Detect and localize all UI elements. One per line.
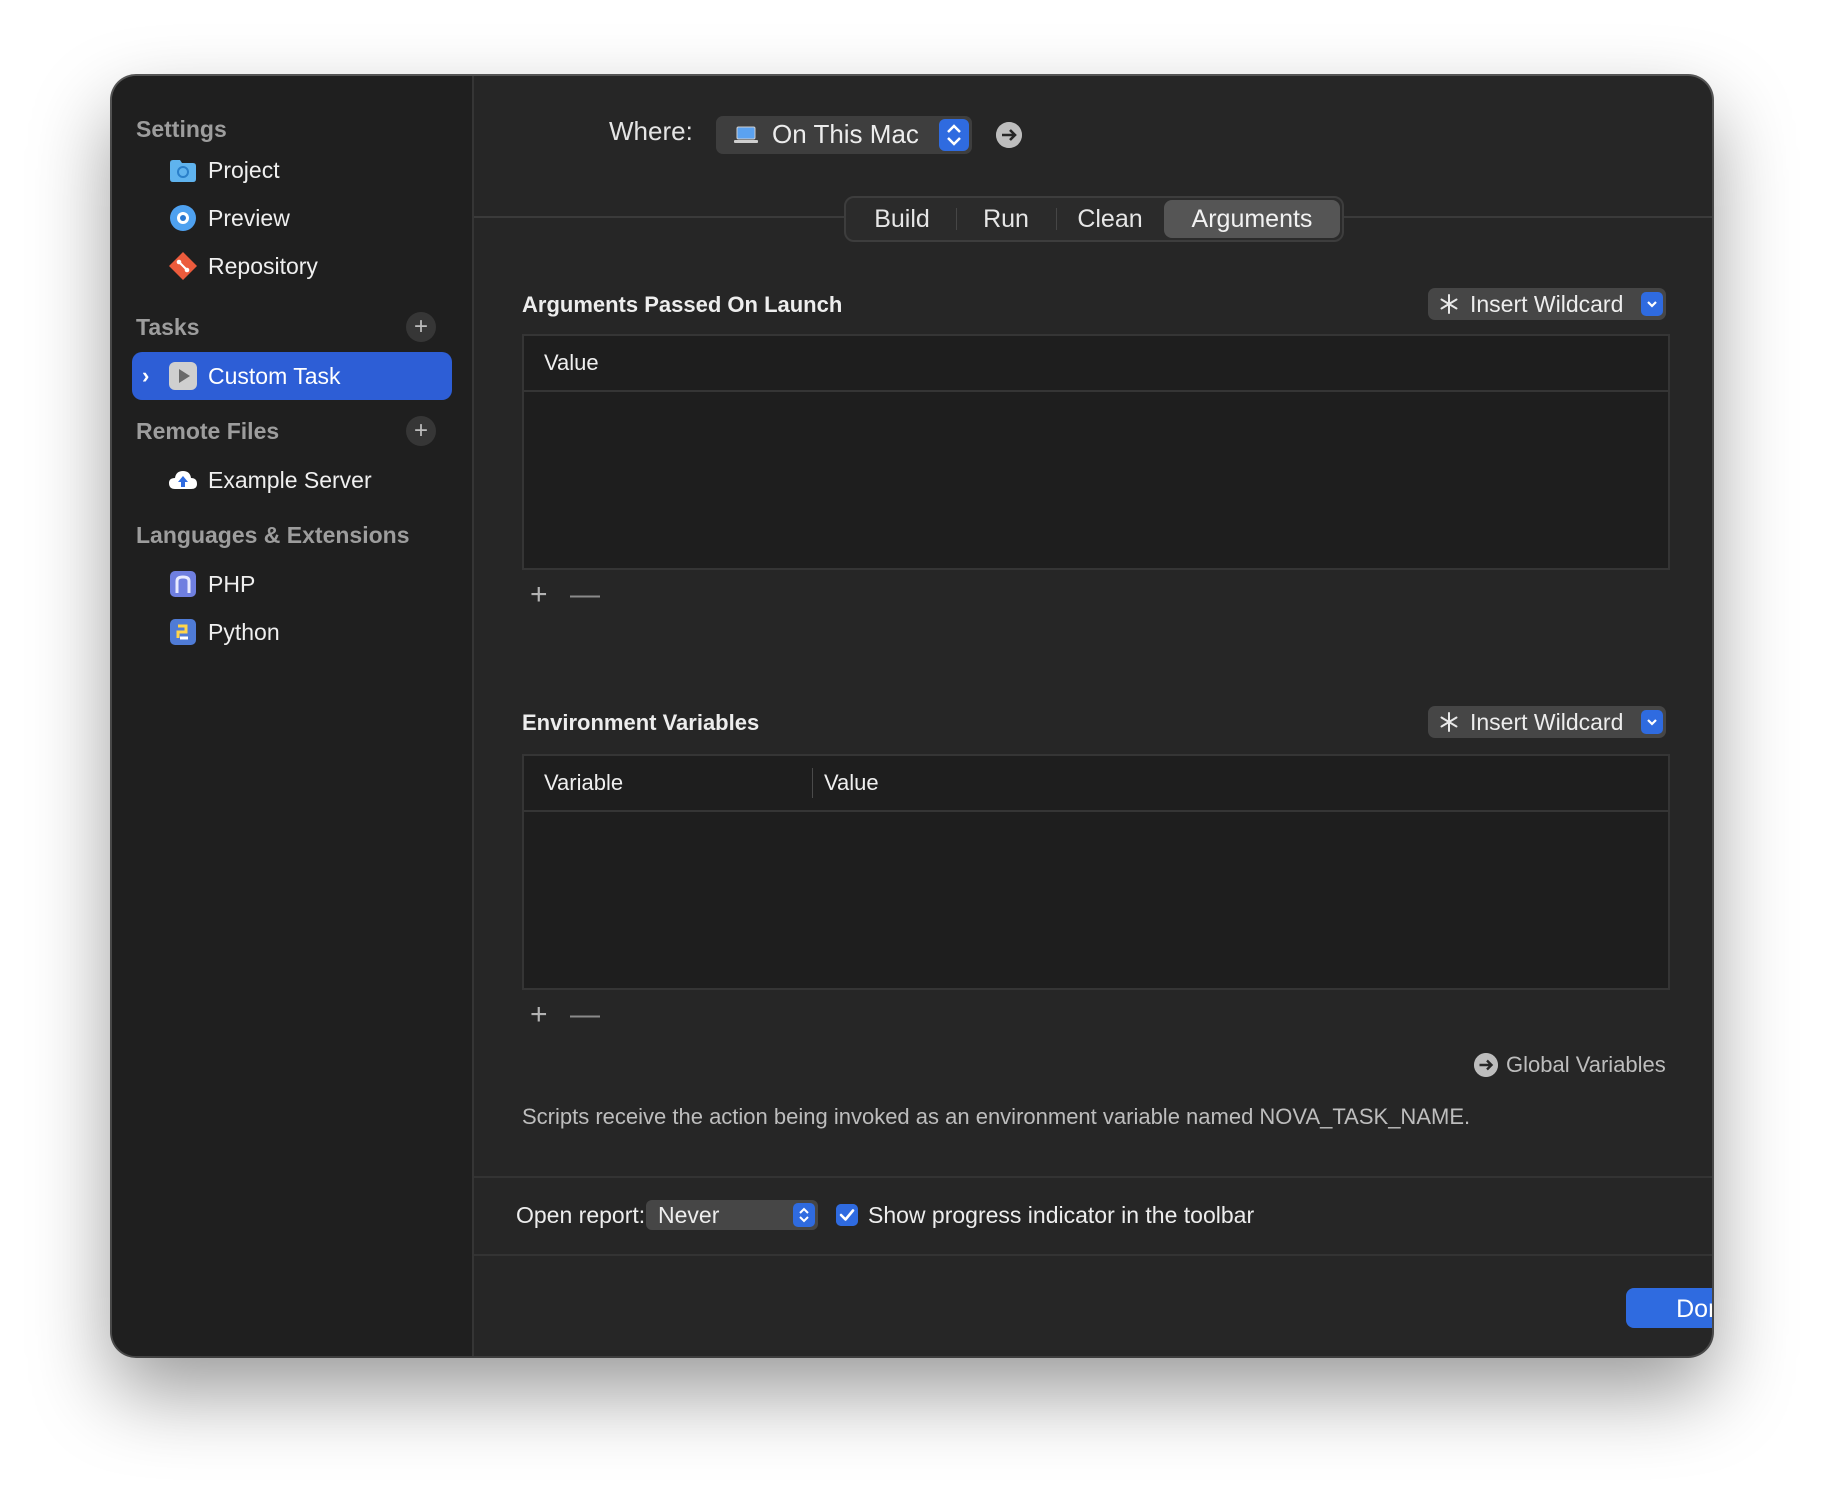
where-label: Where: [609,116,693,146]
env-section-title: Environment Variables [522,710,760,735]
open-report-popup[interactable]: Never [646,1200,818,1230]
cloud-server-icon [169,471,197,489]
sidebar-item-custom-task[interactable]: › Custom Task [132,352,452,400]
insert-wildcard-label: Insert Wildcard [1470,709,1624,735]
column-header-variable[interactable]: Variable [544,756,623,810]
sidebar-item-label: Example Server [208,467,372,493]
insert-wildcard-button[interactable]: Insert Wildcard [1428,288,1666,320]
env-variables-table[interactable]: Variable Value [522,754,1670,990]
sidebar-section-settings: Settings [136,116,227,142]
add-argument-button[interactable]: + [530,580,548,610]
add-variable-button[interactable]: + [530,1000,548,1030]
python-extension-icon [170,619,196,645]
progress-indicator-checkbox[interactable] [836,1204,858,1226]
preview-eye-icon [170,205,196,231]
sidebar-section-label: Tasks [136,314,200,340]
done-button[interactable]: Done [1626,1288,1712,1328]
global-variables-link[interactable]: Global Variables [1474,1052,1668,1082]
sidebar-item-label: Preview [208,205,290,231]
sidebar-item-label: Custom Task [208,363,341,389]
where-popup[interactable]: On This Mac [716,116,972,154]
insert-wildcard-label: Insert Wildcard [1470,291,1624,317]
sidebar-item-project[interactable]: Project [132,146,452,194]
remove-variable-button[interactable]: — [570,1000,600,1030]
chevron-down-icon [1641,292,1663,316]
tab-divider [956,208,957,230]
popup-stepper-icon [939,119,969,151]
php-extension-icon [170,571,196,597]
arguments-section-title: Arguments Passed On Launch [522,292,843,317]
add-task-button[interactable]: + [406,312,436,342]
chevron-right-icon[interactable]: › [142,352,149,400]
wildcard-asterisk-icon [1440,294,1458,314]
column-header-value[interactable]: Value [824,756,879,810]
sidebar-item-label: Repository [208,253,318,279]
table-header-divider [524,810,1668,812]
remove-argument-button[interactable]: — [570,580,600,610]
sidebar-section-tasks: Tasks + [136,312,436,342]
tab-divider [1056,208,1057,230]
sidebar-section-label: Remote Files [136,418,280,444]
divider [474,1176,1712,1178]
column-divider[interactable] [812,768,813,798]
sidebar-item-python[interactable]: Python [132,608,452,656]
sidebar-item-preview[interactable]: Preview [132,194,452,242]
tab-clean[interactable]: Clean [1060,200,1160,238]
git-repository-icon [169,252,197,280]
task-tabs: Build Run Clean Arguments [844,196,1344,242]
go-arrow-icon [1474,1053,1498,1077]
sidebar-item-example-server[interactable]: Example Server [132,456,452,504]
tab-run[interactable]: Run [960,200,1052,238]
insert-wildcard-button[interactable]: Insert Wildcard [1428,706,1666,738]
play-task-icon [169,362,197,390]
tab-arguments[interactable]: Arguments [1164,200,1340,238]
open-report-label: Open report: [516,1202,646,1228]
chevron-down-icon [1641,710,1663,734]
wildcard-asterisk-icon [1440,712,1458,732]
open-report-value: Never [658,1202,720,1228]
go-arrow-icon[interactable] [996,122,1022,148]
sidebar-item-php[interactable]: PHP [132,560,452,608]
project-folder-icon [170,160,196,182]
progress-indicator-label[interactable]: Show progress indicator in the toolbar [868,1202,1254,1229]
sidebar-item-label: Project [208,157,280,183]
divider [474,1254,1712,1256]
sidebar-section-languages: Languages & Extensions [136,522,410,548]
sidebar-section-remote-files: Remote Files + [136,416,436,446]
sidebar: Settings Project Preview Repository Task… [112,76,474,1356]
laptop-icon [734,126,758,143]
global-variables-label: Global Variables [1506,1052,1666,1077]
main-panel: Where: On This Mac Build Run Clean Argum… [474,76,1712,1356]
env-note: Scripts receive the action being invoked… [522,1104,1471,1129]
arguments-table[interactable]: Value [522,334,1670,570]
where-value: On This Mac [772,119,919,149]
table-header-divider [524,390,1668,392]
add-remote-button[interactable]: + [406,416,436,446]
tab-build[interactable]: Build [852,200,952,238]
task-settings-window: Settings Project Preview Repository Task… [112,76,1712,1356]
sidebar-item-label: Python [208,619,280,645]
popup-stepper-icon [793,1203,815,1227]
sidebar-item-label: PHP [208,571,256,597]
column-header-value[interactable]: Value [544,336,599,390]
sidebar-item-repository[interactable]: Repository [132,242,452,290]
